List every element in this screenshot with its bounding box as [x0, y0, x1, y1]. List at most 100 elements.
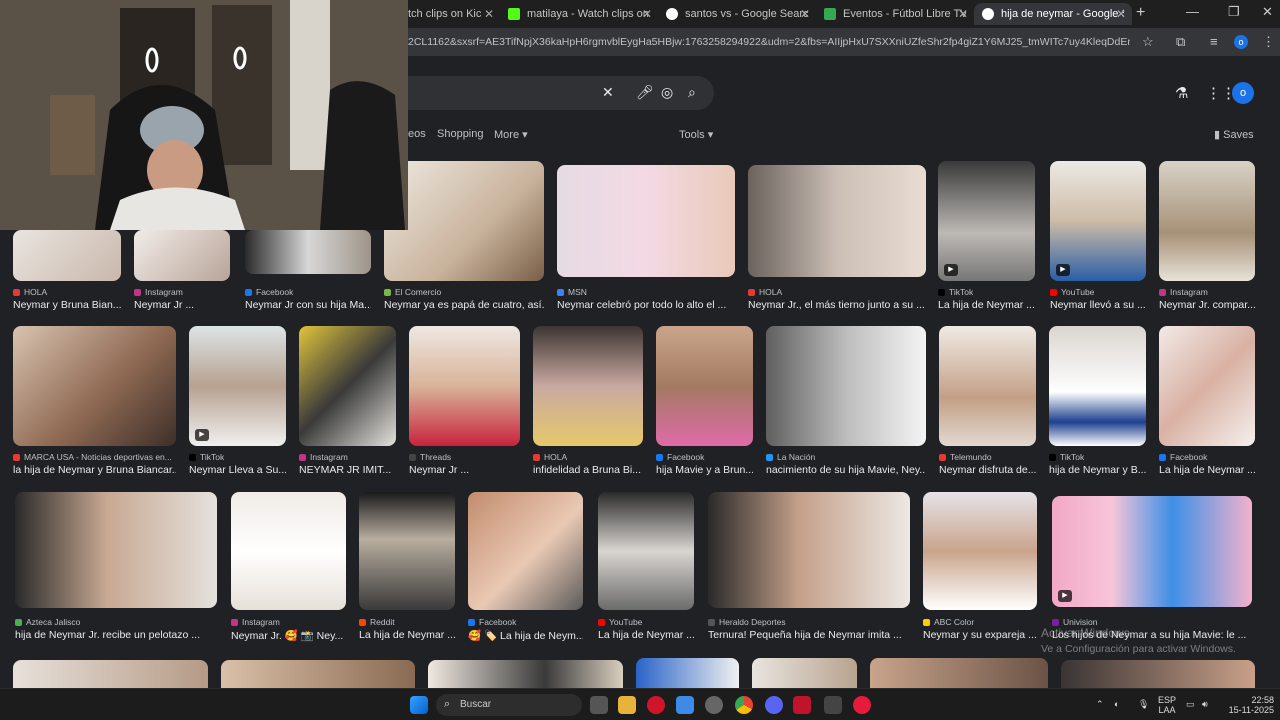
result-title[interactable]: NEYMAR JR IMIT...	[299, 464, 396, 476]
result-thumbnail[interactable]	[13, 230, 121, 281]
result-thumbnail[interactable]	[1159, 326, 1255, 446]
result-thumbnail[interactable]	[598, 492, 694, 610]
result-title[interactable]: Neymar Jr ...	[409, 464, 520, 476]
result-thumbnail[interactable]	[13, 326, 176, 446]
result-thumbnail[interactable]	[533, 326, 643, 446]
minimize-icon[interactable]: —	[1186, 4, 1199, 19]
language-indicator[interactable]: ESP LAA	[1158, 695, 1176, 715]
result-thumbnail[interactable]	[656, 326, 753, 446]
filter-videos[interactable]: eos	[408, 128, 426, 140]
result-title[interactable]: hija de Neymar Jr. recibe un pelotazo ..…	[15, 629, 217, 641]
result-title[interactable]: Ternura! Pequeña hija de Neymar imita ..…	[708, 629, 910, 641]
result-title[interactable]: La hija de Neymar ...	[359, 629, 455, 641]
clear-icon[interactable]: ✕	[602, 84, 614, 101]
result-thumbnail[interactable]: ▶	[189, 326, 286, 446]
menu-icon[interactable]: ⋮	[1262, 34, 1275, 50]
new-tab-button[interactable]: +	[1136, 4, 1145, 22]
restore-icon[interactable]: ❐	[1228, 4, 1240, 20]
tab-close-icon[interactable]: ✕	[800, 7, 810, 21]
result-thumbnail[interactable]	[557, 165, 735, 277]
result-title[interactable]: Neymar Lleva a Su...	[189, 464, 286, 476]
result-title[interactable]: Neymar Jr con su hija Ma...	[245, 299, 371, 311]
profile-avatar[interactable]: o	[1234, 35, 1248, 49]
chrome-icon[interactable]	[735, 696, 753, 714]
clock[interactable]: 22:58 15-11-2025	[1222, 695, 1274, 715]
result-title[interactable]: Neymar Jr. 🥰 📸 Ney...	[231, 629, 346, 642]
result-title[interactable]: la hija de Neymar y Bruna Biancar...	[13, 464, 176, 476]
filter-shopping[interactable]: Shopping	[437, 128, 484, 140]
address-bar[interactable]: 2CL1162&sxsrf=AE3TifNpjX36kaHpH6rgmvblEy…	[408, 32, 1130, 52]
image-result[interactable]	[13, 660, 208, 700]
app-icon[interactable]	[824, 696, 842, 714]
close-window-icon[interactable]: ✕	[1262, 4, 1273, 20]
extensions-icon[interactable]: ⧉	[1176, 34, 1185, 50]
tab-santos[interactable]: santos vs - Google Search ✕	[658, 3, 816, 25]
result-title[interactable]: Neymar Jr., el más tierno junto a su ...	[748, 299, 926, 311]
tab-matilaya[interactable]: matilaya - Watch clips on Kick✕	[500, 3, 658, 25]
image-result[interactable]	[428, 660, 623, 700]
filter-tools[interactable]: Tools ▾	[679, 128, 713, 141]
result-thumbnail[interactable]	[299, 326, 396, 446]
result-thumbnail[interactable]	[1159, 161, 1255, 281]
result-title[interactable]: Neymar Jr. compar...	[1159, 299, 1255, 311]
taskbar-search[interactable]: Buscar	[436, 694, 582, 716]
tab-close-icon[interactable]: ✕	[484, 7, 494, 21]
task-view-icon[interactable]	[590, 696, 608, 714]
network-icon[interactable]: ▭	[1186, 699, 1195, 709]
result-thumbnail[interactable]	[923, 492, 1037, 610]
opera-icon[interactable]	[647, 696, 665, 714]
saves-link[interactable]: ▮ Saves	[1214, 128, 1254, 141]
result-title[interactable]: Neymar ya es papá de cuatro, así...	[384, 299, 544, 311]
result-title[interactable]: infidelidad a Bruna Bi...	[533, 464, 643, 476]
filter-more[interactable]: More ▾	[494, 128, 528, 141]
labs-icon[interactable]: ⚗	[1175, 84, 1188, 102]
result-thumbnail[interactable]	[384, 161, 544, 281]
result-title[interactable]: hija de Neymar y B...	[1049, 464, 1146, 476]
result-thumbnail[interactable]	[134, 230, 230, 281]
result-thumbnail[interactable]: ▶	[938, 161, 1035, 281]
result-title[interactable]: La hija de Neymar ...	[1159, 464, 1255, 476]
result-thumbnail[interactable]	[939, 326, 1036, 446]
tray-app-icon[interactable]: ◐	[1114, 699, 1119, 709]
image-result[interactable]	[1061, 660, 1255, 700]
app-icon[interactable]	[853, 696, 871, 714]
result-thumbnail[interactable]	[748, 165, 926, 277]
search-icon[interactable]: ⌕	[688, 84, 696, 101]
result-title[interactable]: Neymar Jr ...	[134, 299, 230, 311]
result-thumbnail[interactable]	[409, 326, 520, 446]
app-icon[interactable]	[793, 696, 811, 714]
result-thumbnail[interactable]	[231, 492, 346, 610]
result-title[interactable]: hija Mavie y a Brun...	[656, 464, 753, 476]
file-explorer-icon[interactable]	[618, 696, 636, 714]
result-title[interactable]: La hija de Neymar ...	[938, 299, 1035, 311]
result-title[interactable]: Neymar llevó a su ...	[1050, 299, 1146, 311]
result-thumbnail[interactable]	[245, 230, 371, 274]
image-result[interactable]	[636, 658, 739, 698]
result-thumbnail[interactable]	[708, 492, 910, 608]
result-title[interactable]: La hija de Neymar ...	[598, 629, 694, 641]
tab-kick-clips[interactable]: tch clips on Kic ✕	[400, 3, 500, 25]
mic-icon[interactable]: 🎤︎	[636, 84, 654, 101]
image-result[interactable]	[221, 660, 415, 700]
microphone-icon[interactable]: 🎙︎	[1138, 699, 1149, 709]
result-title[interactable]: Neymar disfruta de...	[939, 464, 1036, 476]
tab-close-icon[interactable]: ✕	[642, 7, 652, 21]
result-title[interactable]: Neymar y su expareja ...	[923, 629, 1037, 641]
result-thumbnail[interactable]	[766, 326, 926, 446]
discord-icon[interactable]	[765, 696, 783, 714]
result-thumbnail[interactable]	[15, 492, 217, 608]
tab-futbol-libre[interactable]: Eventos - Fútbol Libre TV ✕	[816, 3, 974, 25]
bookmark-star-icon[interactable]: ☆	[1142, 34, 1154, 50]
result-thumbnail[interactable]	[468, 492, 583, 610]
result-thumbnail[interactable]	[1049, 326, 1146, 446]
result-title[interactable]: nacimiento de su hija Mavie, Ney...	[766, 464, 926, 476]
result-title[interactable]: Neymar y Bruna Bian...	[13, 299, 121, 311]
volume-icon[interactable]: 🔊︎	[1202, 699, 1208, 709]
media-icon[interactable]: ≡	[1210, 34, 1218, 49]
google-avatar[interactable]: o	[1232, 82, 1254, 104]
tray-chevron-icon[interactable]: ⌃	[1096, 699, 1104, 709]
result-title[interactable]: Neymar celebró por todo lo alto el ...	[557, 299, 735, 311]
image-result[interactable]	[870, 658, 1048, 698]
windows-start-icon[interactable]	[410, 696, 428, 714]
lens-icon[interactable]: ◎	[661, 84, 673, 101]
